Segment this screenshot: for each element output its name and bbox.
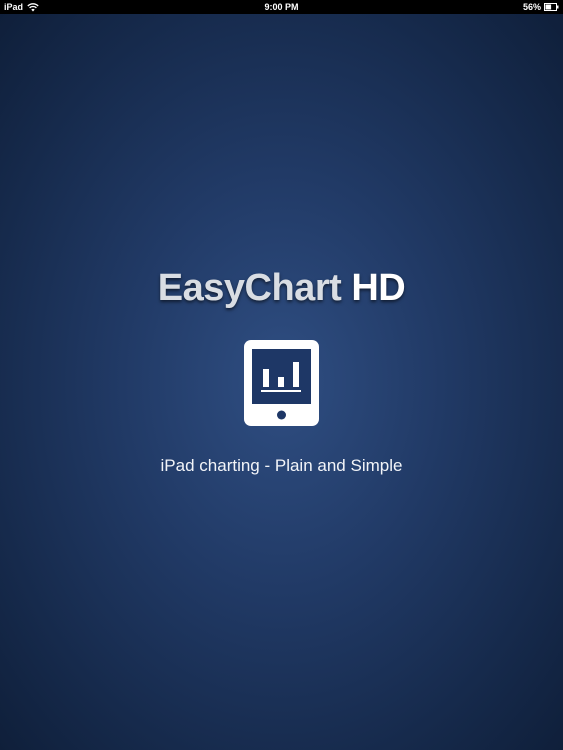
chart-baseline-icon bbox=[261, 390, 301, 392]
tablet-chart-icon bbox=[244, 340, 319, 426]
chart-bar-1-icon bbox=[263, 369, 269, 387]
status-time: 9:00 PM bbox=[264, 2, 299, 12]
tagline: iPad charting - Plain and Simple bbox=[160, 456, 403, 475]
chart-bar-3-icon bbox=[293, 362, 299, 387]
app-title-accent: HD bbox=[351, 267, 406, 309]
chart-bar-2-icon bbox=[278, 377, 284, 387]
battery-icon bbox=[544, 3, 559, 11]
home-button-icon bbox=[277, 410, 286, 420]
status-bar-right: 56% bbox=[523, 0, 559, 14]
app-title-main: EasyChart bbox=[157, 267, 342, 309]
app-title: EasyChart HD bbox=[0, 266, 563, 310]
status-bar: iPad 9:00 PM 56% bbox=[0, 0, 563, 14]
splash-screen: EasyChart HD iPad charting - Plain and S… bbox=[0, 14, 563, 750]
battery-percent: 56% bbox=[522, 2, 541, 12]
